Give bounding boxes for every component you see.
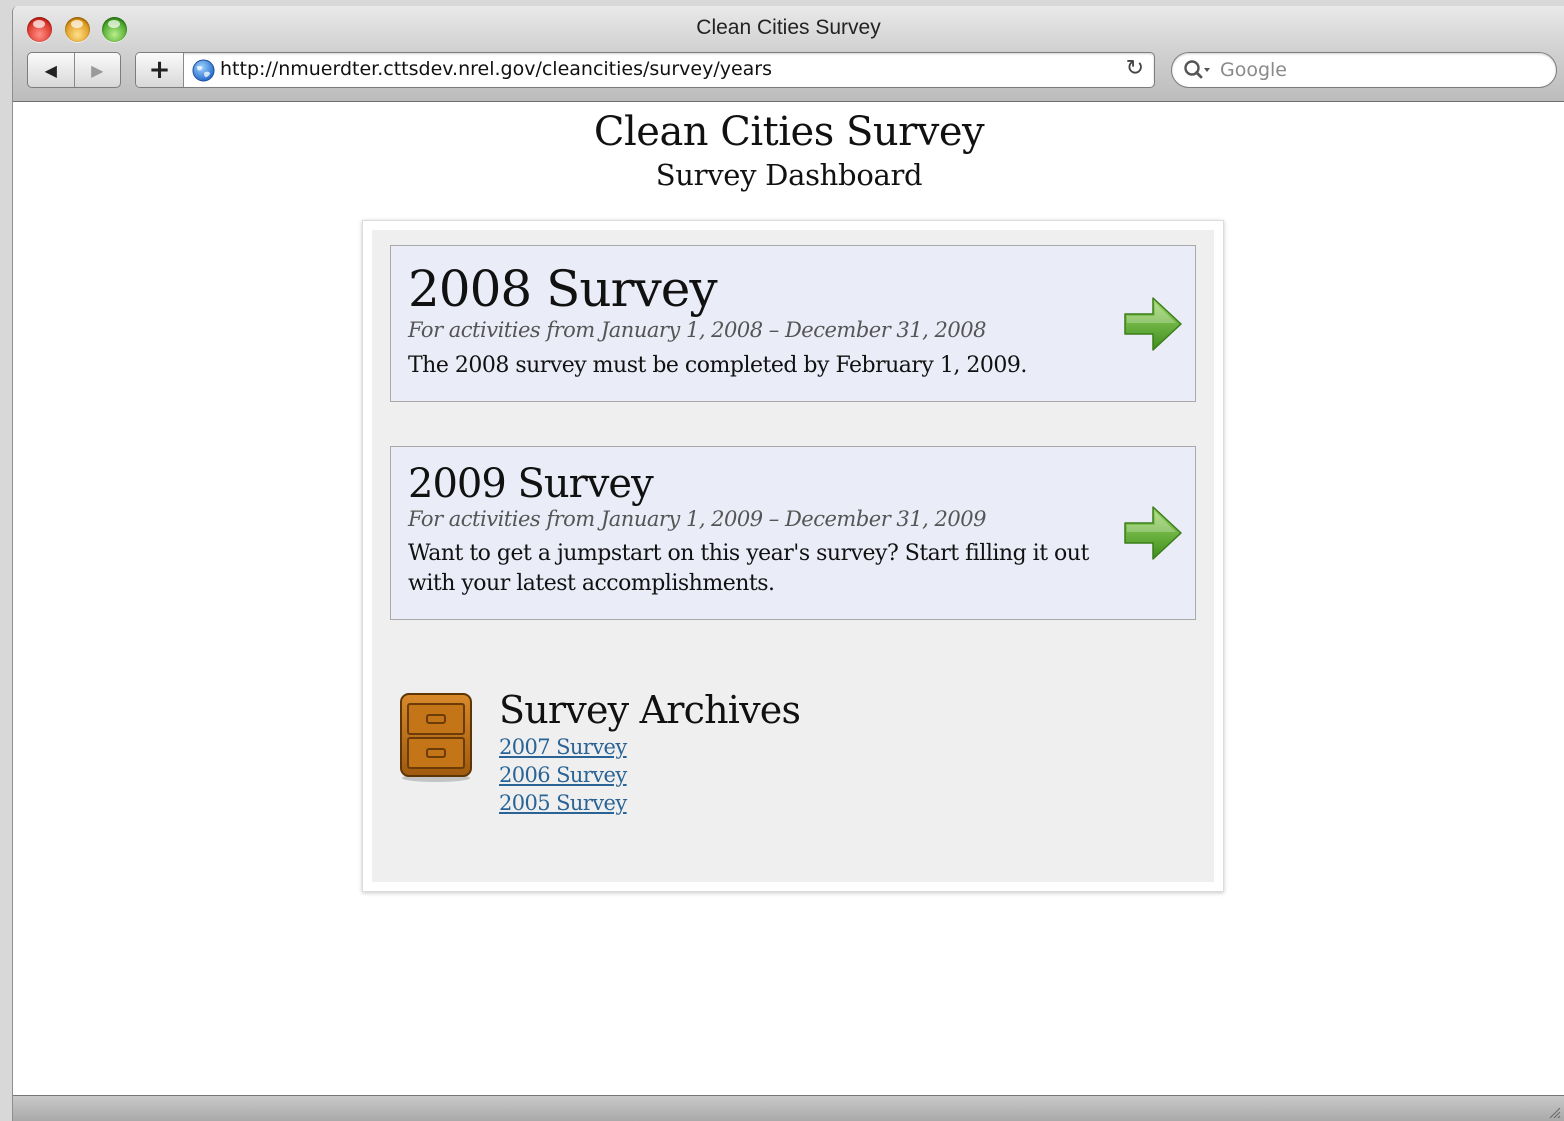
url-text[interactable]: http://nmuerdter.cttsdev.nrel.gov/cleanc… — [220, 58, 772, 80]
resize-grip-icon[interactable] — [1547, 1105, 1561, 1119]
survey-title: 2008 Survey — [408, 260, 718, 318]
dashboard-panel: 2008 Survey For activities from January … — [362, 220, 1224, 892]
survey-dates: For activities from January 1, 2009 – De… — [408, 507, 986, 531]
window-title: Clean Cities Survey — [696, 16, 881, 39]
archives-title: Survey Archives — [499, 688, 801, 732]
arrow-right-icon[interactable] — [1121, 292, 1185, 356]
search-box[interactable] — [1171, 52, 1557, 88]
filing-cabinet-icon — [400, 693, 472, 782]
archive-link-2006[interactable]: 2006 Survey — [499, 763, 627, 787]
archive-link-2005[interactable]: 2005 Survey — [499, 791, 627, 815]
survey-description: The 2008 survey must be completed by Feb… — [408, 353, 1027, 378]
list-item: 2007 Survey — [499, 735, 627, 763]
archive-link-2007[interactable]: 2007 Survey — [499, 735, 627, 759]
list-item: 2005 Survey — [499, 791, 627, 819]
survey-title: 2009 Survey — [408, 461, 654, 507]
survey-description: Want to get a jumpstart on this year's s… — [408, 541, 1089, 596]
arrow-right-icon[interactable] — [1121, 501, 1185, 565]
page-subtitle: Survey Dashboard — [655, 158, 923, 192]
survey-dates: For activities from January 1, 2008 – De… — [408, 318, 986, 342]
survey-card-2008[interactable]: 2008 Survey For activities from January … — [390, 245, 1196, 402]
status-bar — [13, 1095, 1564, 1121]
page-content: Clean Cities Survey Survey Dashboard 200… — [13, 103, 1564, 1095]
title-bar: Clean Cities Survey ◀ ▶ + http://nmuerdt… — [13, 6, 1564, 102]
survey-card-2009[interactable]: 2009 Survey For activities from January … — [390, 446, 1196, 620]
dashboard-inner: 2008 Survey For activities from January … — [372, 230, 1214, 882]
magnifier-icon[interactable] — [1182, 58, 1212, 82]
search-input[interactable] — [1220, 57, 1540, 83]
list-item: 2006 Survey — [499, 763, 627, 791]
address-bar[interactable]: + http://nmuerdter.cttsdev.nrel.gov/clea… — [135, 52, 1155, 88]
history-nav: ◀ ▶ — [27, 52, 121, 88]
back-button[interactable]: ◀ — [28, 53, 75, 87]
browser-window: Clean Cities Survey ◀ ▶ + http://nmuerdt… — [12, 6, 1564, 1121]
add-bookmark-button[interactable]: + — [136, 53, 184, 87]
reload-icon[interactable]: ↻ — [1126, 56, 1144, 81]
archive-links: 2007 Survey 2006 Survey 2005 Survey — [499, 735, 627, 819]
page-title: Clean Cities Survey — [593, 109, 985, 155]
forward-button[interactable]: ▶ — [75, 53, 121, 87]
globe-icon — [192, 59, 215, 82]
